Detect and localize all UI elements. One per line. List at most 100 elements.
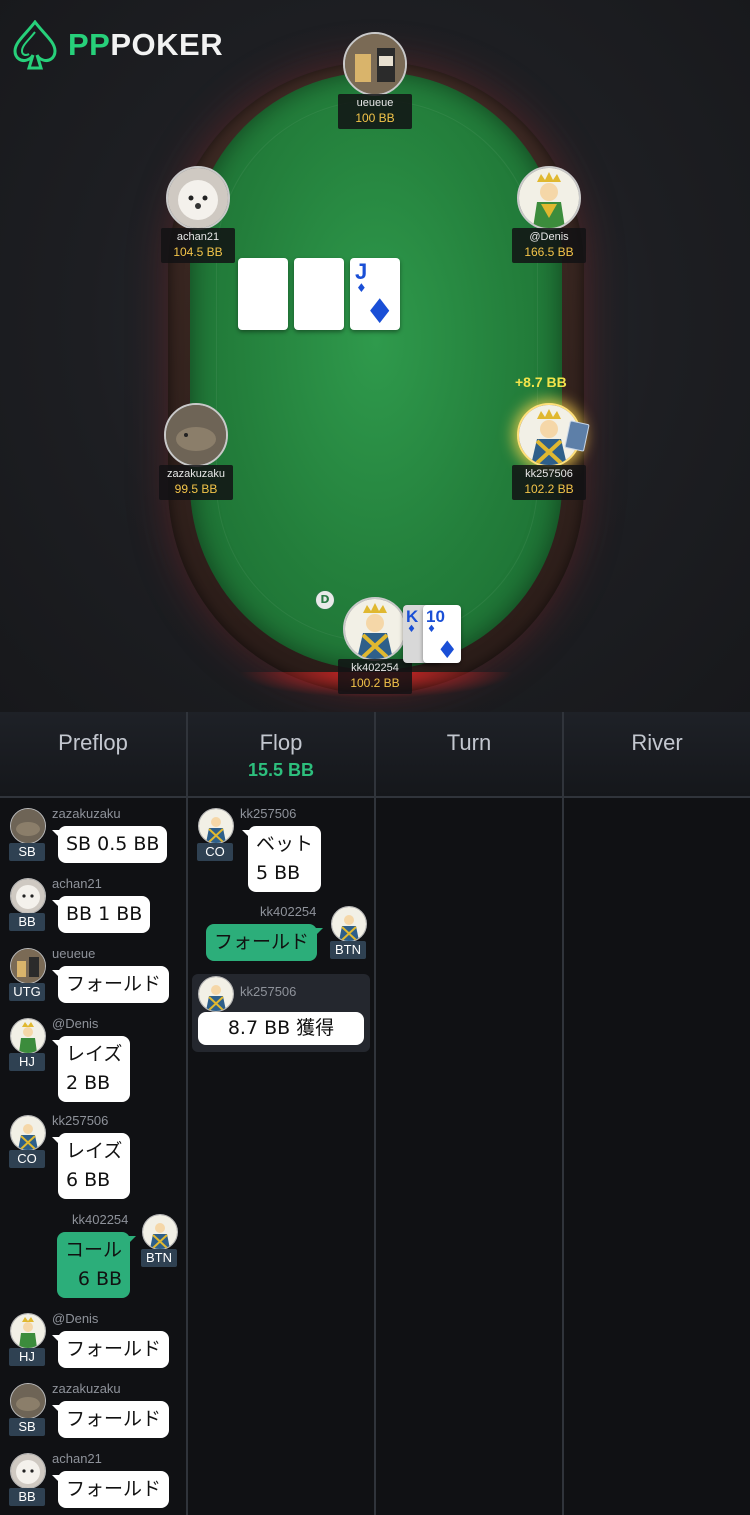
jack-card-icon (198, 976, 234, 1012)
seat-stack: 104.5 BB (173, 245, 223, 259)
action-bubble: ベット 5 BB (241, 826, 322, 892)
action-text: レイズ (66, 1140, 123, 1162)
card-rank: J (355, 259, 368, 284)
action-player: zazakuzaku (52, 806, 121, 821)
action-bubble: フォールド (51, 966, 170, 1003)
seat-denis[interactable]: @Denis 166.5 BB (509, 166, 589, 263)
seat-name: kk402254 (351, 662, 399, 674)
action-player: zazakuzaku (52, 1381, 121, 1396)
hole-card-2: 10 ♦ ♦ (423, 605, 461, 663)
street-title: Turn (446, 730, 492, 755)
river-column (564, 798, 750, 1515)
lizard-photo-icon (10, 1383, 46, 1419)
action-bubble: レイズ 6 BB (51, 1133, 131, 1199)
card-rank: 2 (243, 259, 256, 284)
seat-name: achan21 (176, 231, 220, 243)
jack-card-icon (198, 808, 234, 844)
action-bubble: SB 0.5 BB (51, 826, 168, 863)
king-card-icon (517, 166, 581, 230)
action-bubble: レイズ 2 BB (51, 1036, 131, 1102)
seat-stack: 100.2 BB (350, 676, 400, 690)
position-badge: BTN (330, 941, 366, 959)
card-rank: 10 (426, 607, 445, 626)
position-badge: BTN (141, 1249, 177, 1267)
action-text: コール (65, 1239, 123, 1261)
card-suit-large: ♠ (308, 292, 339, 332)
action-bubble: フォールド (51, 1331, 170, 1368)
action-player: kk402254 (72, 1212, 129, 1227)
turn-column (376, 798, 564, 1515)
action-player: kk257506 (240, 806, 297, 821)
jack-card-icon (331, 906, 367, 942)
seat-achan21[interactable]: achan21 104.5 BB (158, 166, 238, 263)
board-card-2: J ♠ ♠ (294, 258, 344, 330)
card-rank: J (299, 259, 312, 284)
position-badge: BB (9, 1488, 45, 1506)
tab-preflop[interactable]: Preflop (0, 712, 188, 798)
card-suit-large: ♦ (364, 292, 395, 332)
seat-name: @Denis (529, 231, 569, 243)
action-player: kk257506 (52, 1113, 109, 1128)
card-rank: K (406, 607, 419, 626)
logo-poker-text: POKER (110, 27, 224, 62)
card-suit-large: ♦ (436, 636, 458, 664)
win-bubble: 8.7 BB 獲得 (198, 1012, 364, 1045)
tab-river[interactable]: River (564, 712, 750, 798)
action-player: @Denis (52, 1311, 99, 1326)
action-player: kk257506 (240, 984, 297, 999)
seat-stack: 100 BB (355, 111, 395, 125)
action-player: achan21 (52, 876, 102, 891)
action-text: レイズ (66, 1043, 123, 1065)
poker-table-area: PPPOKER ueueue 100 BB achan21 104.5 BB @De… (0, 0, 750, 712)
seat-name: ueueue (356, 97, 394, 109)
lizard-photo-icon (164, 403, 228, 467)
card-suit-large: ♠ (252, 292, 283, 332)
street-title: Preflop (58, 730, 128, 755)
jack-card-icon (343, 597, 407, 661)
action-player: achan21 (52, 1451, 102, 1466)
seat-kk257506[interactable]: kk257506 102.2 BB (509, 403, 589, 500)
position-badge: SB (9, 843, 45, 861)
street-title: Flop (259, 730, 303, 755)
king-card-icon (10, 1313, 46, 1349)
tab-flop[interactable]: Flop 15.5 BB (188, 712, 376, 798)
seat-name: kk257506 (525, 468, 573, 480)
street-pot: 15.5 BB (247, 760, 315, 780)
action-player: ueueue (52, 946, 96, 961)
dealer-button: D (315, 590, 335, 610)
seat-name: zazakuzaku (166, 468, 226, 480)
position-badge: CO (197, 843, 233, 861)
white-dog-icon (10, 1453, 46, 1489)
flop-column: CO kk257506 ベット 5 BB BTN kk402254 フォールド k… (188, 798, 376, 1515)
board-card-3: J ♦ ♦ (350, 258, 400, 330)
action-bubble: フォールド (51, 1471, 170, 1508)
action-text: ベット (256, 833, 314, 855)
seat-stack: 166.5 BB (524, 245, 574, 259)
position-badge: HJ (9, 1348, 45, 1366)
seat-ueueue[interactable]: ueueue 100 BB (335, 32, 415, 129)
seat-stack: 102.2 BB (524, 482, 574, 496)
action-amount: 2 BB (66, 1072, 111, 1094)
seat-zazakuzaku[interactable]: zazakuzaku 99.5 BB (156, 403, 236, 500)
spade-logo-icon (13, 20, 57, 70)
position-badge: CO (9, 1150, 45, 1168)
win-amount: +8.7 BB (515, 374, 567, 390)
card-suit-small: ♦ (427, 624, 436, 635)
position-badge: HJ (9, 1053, 45, 1071)
action-bubble: コール 6 BB (57, 1232, 137, 1298)
jack-card-icon (142, 1214, 178, 1250)
logo: PPPOKER (12, 20, 223, 70)
position-badge: BB (9, 913, 45, 931)
action-bubble: フォールド (51, 1401, 170, 1438)
jack-card-icon (10, 1115, 46, 1151)
seat-stack: 99.5 BB (174, 482, 218, 496)
preflop-column: SB zazakuzaku SB 0.5 BB BB achan21 BB 1 … (0, 798, 188, 1515)
action-player: @Denis (52, 1016, 99, 1031)
tab-turn[interactable]: Turn (376, 712, 564, 798)
street-title: River (631, 730, 683, 755)
action-bubble: フォールド (206, 924, 324, 961)
action-amount: 5 BB (256, 862, 301, 884)
logo-pp-text: PP (68, 27, 111, 62)
position-badge: SB (9, 1418, 45, 1436)
position-badge: UTG (9, 983, 45, 1001)
